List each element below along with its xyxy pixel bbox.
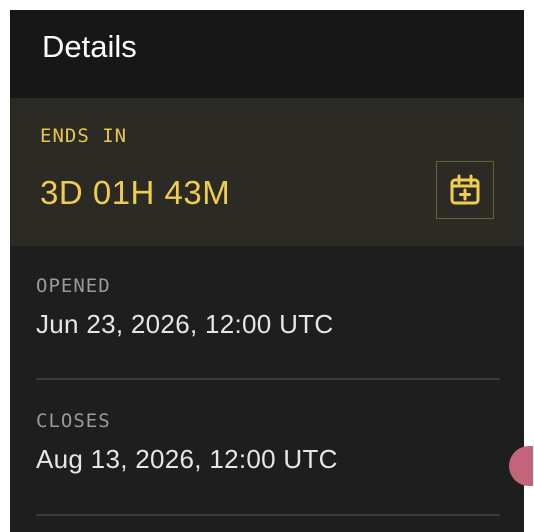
ends-in-box: ENDS IN 3D 01H 43M: [10, 98, 524, 246]
opened-date: Jun 23, 2026, 12:00 UTC: [36, 309, 334, 339]
add-to-calendar-button[interactable]: [436, 161, 494, 219]
closes-section: CLOSES Aug 13, 2026, 12:00 UTC: [36, 410, 500, 475]
closes-label: CLOSES: [36, 410, 111, 432]
opened-label: OPENED: [36, 275, 111, 297]
details-header: Details: [10, 10, 524, 98]
details-panel: Details ENDS IN 3D 01H 43M OPENED Jun 23…: [10, 10, 524, 532]
page-title: Details: [42, 29, 137, 64]
opened-section: OPENED Jun 23, 2026, 12:00 UTC: [36, 275, 500, 340]
closes-date: Aug 13, 2026, 12:00 UTC: [36, 444, 338, 474]
divider: [36, 378, 500, 380]
ends-in-countdown: 3D 01H 43M: [40, 174, 231, 211]
ends-in-label: ENDS IN: [40, 125, 128, 147]
divider: [36, 514, 500, 516]
calendar-plus-icon: [450, 174, 480, 205]
